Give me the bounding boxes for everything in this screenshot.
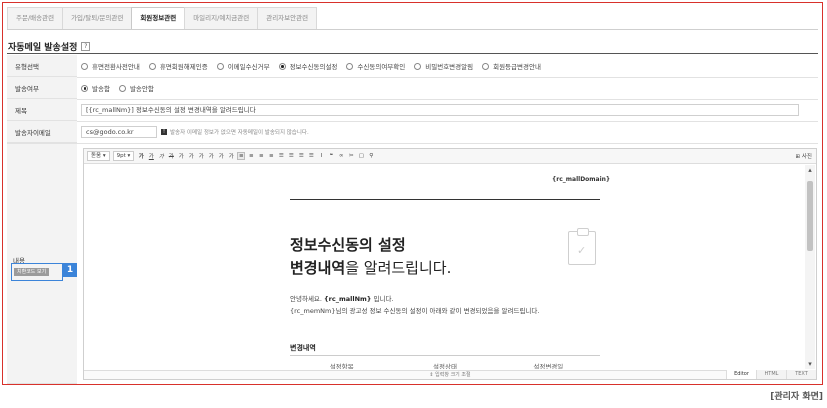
editor-toolbar: 돋움 ▾ 9pt ▾ 가 가 가 가 가 가 가 가 가 가 ≡ ≡ ≡ ≡ ☰… [84, 149, 816, 164]
editor-scrollbar[interactable]: ▴ ▾ [805, 165, 815, 369]
sender-label: 발송자이메일 [7, 121, 77, 143]
bold-button[interactable]: 가 [137, 152, 145, 160]
resize-handle[interactable]: ⇕ 입력창 크기 조절 [84, 370, 816, 379]
callout-number-badge: 1 [63, 263, 77, 277]
section-title-text: 자동메일 발송설정 [8, 43, 78, 53]
radio-consent-check[interactable]: 수신동의여부확인 [346, 61, 405, 71]
editor-document[interactable]: {rc_mallDomain} 정보수신동의 설정 변경내역을 알려드립니다. … [84, 165, 804, 369]
superscript-button[interactable]: 가 [197, 152, 205, 160]
section-divider [7, 53, 818, 54]
subscript-button[interactable]: 가 [207, 152, 215, 160]
italic-button[interactable]: 가 [157, 152, 165, 160]
info-icon: ! [161, 129, 167, 135]
scroll-up-icon[interactable]: ▴ [805, 165, 815, 175]
radio-grade-change[interactable]: 회원등급변경안내 [482, 61, 541, 71]
tab-admin-security[interactable]: 관리자보안관련 [257, 7, 318, 29]
tab-join-leave-inquiry[interactable]: 가입/탈퇴/문의관련 [62, 7, 133, 29]
type-radio-group: 휴면전환사전안내 휴면회원해제인증 이메일수신거부 정보수신동의설정 수신동의여… [81, 55, 550, 77]
indent-button[interactable]: ☰ [307, 153, 315, 159]
body-text: {rc_memNm}님의 광고성 정보 수신동의 설정이 아래와 같이 변경되었… [290, 307, 540, 315]
screenshot-frame: 주문/배송관련 가입/탈퇴/문의관련 회원정보관련 마일리지/예치금관련 관리자… [2, 2, 823, 385]
sender-email-input[interactable]: cs@godo.co.kr [81, 126, 157, 138]
subject-input[interactable]: [{rc_mallNm}] 정보수신동의 설정 변경내역을 알려드립니다 [81, 104, 799, 116]
callout-highlight: 치환코드 보기 [11, 263, 63, 281]
radio-email-reject[interactable]: 이메일수신거부 [216, 61, 270, 71]
photo-button[interactable]: ⊞ 사진 [796, 152, 812, 160]
underline-button[interactable]: 가 [147, 152, 155, 160]
special-char-icon[interactable]: ✂ [347, 153, 355, 159]
align-right-button[interactable]: ≡ [257, 153, 265, 159]
sender-note: ! 발송자 이메일 정보가 없으면 자동메일이 발송되지 않습니다. [161, 128, 309, 136]
radio-circle-icon [482, 62, 490, 70]
subject-label: 제목 [7, 99, 77, 121]
link-icon[interactable]: ∞ [337, 153, 345, 159]
line-height-button[interactable]: I [317, 153, 325, 159]
font-color-button[interactable]: 가 [177, 152, 185, 160]
ordered-list-button[interactable]: ☰ [277, 153, 285, 159]
rich-text-editor: 돋움 ▾ 9pt ▾ 가 가 가 가 가 가 가 가 가 가 ≡ ≡ ≡ ≡ ☰… [83, 148, 817, 380]
row-divider [7, 143, 818, 144]
table-header-item: 설정항목 [329, 363, 354, 369]
radio-circle-icon [81, 62, 88, 70]
table-header-date: 설정변경일 [533, 363, 564, 369]
mode-text-tab[interactable]: TEXT [786, 370, 816, 379]
table-header-status: 설정상태 [433, 363, 457, 369]
radio-circle-icon [148, 62, 156, 70]
tab-order-delivery[interactable]: 주문/배송관련 [7, 7, 64, 29]
help-icon[interactable]: ? [81, 42, 91, 51]
radio-dormant-release[interactable]: 휴면회원해제인증 [148, 61, 208, 71]
tab-divider [7, 29, 818, 30]
mode-html-tab[interactable]: HTML [756, 370, 786, 379]
tab-member-info[interactable]: 회원정보관련 [131, 7, 186, 29]
text-effect-button[interactable]: 가 [227, 152, 235, 160]
align-center-button[interactable]: ≡ [247, 153, 255, 159]
text-style-button[interactable]: 가 [217, 152, 225, 160]
send-radio-group: 발송함 발송안함 [81, 77, 163, 99]
search-icon[interactable]: ⚲ [367, 153, 375, 159]
highlight-button[interactable]: 가 [187, 152, 195, 160]
radio-send-yes[interactable]: 발송함 [81, 83, 110, 93]
radio-circle-icon [346, 62, 354, 70]
tab-bar: 주문/배송관련 가입/탈퇴/문의관련 회원정보관련 마일리지/예치금관련 관리자… [7, 7, 318, 29]
radio-selected-icon [278, 62, 286, 70]
editor-mode-tabs: Editor HTML TEXT [726, 370, 816, 379]
font-size-select[interactable]: 9pt ▾ [112, 151, 135, 161]
table-icon[interactable]: ▢ [357, 153, 365, 159]
align-justify-button[interactable]: ≡ [267, 153, 275, 159]
mall-domain-code: {rc_mallDomain} [552, 176, 611, 183]
headline-line1: 정보수신동의 설정 [290, 236, 406, 254]
align-left-button[interactable]: ≡ [237, 152, 246, 160]
admin-screen-caption: [관리자 화면] [770, 392, 823, 402]
sender-note-text: 발송자 이메일 정보가 없으면 자동메일이 발송되지 않습니다. [170, 130, 309, 136]
section-title: 자동메일 발송설정 ? [8, 40, 91, 53]
table-divider [290, 355, 600, 356]
radio-circle-icon [216, 62, 224, 70]
change-history-title: 변경내역 [290, 344, 316, 352]
scroll-down-icon[interactable]: ▾ [805, 359, 815, 369]
radio-send-no[interactable]: 발송안함 [118, 83, 154, 93]
document-divider [290, 199, 600, 200]
radio-selected-icon [81, 84, 88, 92]
tab-mileage-deposit[interactable]: 마일리지/예치금관련 [184, 7, 259, 29]
font-family-select[interactable]: 돋움 ▾ [87, 151, 110, 161]
mode-editor-tab[interactable]: Editor [726, 370, 756, 379]
clipboard-check-icon: ✓ [568, 228, 596, 265]
unordered-list-button[interactable]: ☰ [287, 153, 295, 159]
headline-line2: 변경내역을 알려드립니다. [290, 259, 452, 277]
substitution-code-button[interactable]: 치환코드 보기 [14, 268, 50, 276]
strike-button[interactable]: 가 [167, 152, 175, 160]
scroll-thumb[interactable] [807, 181, 813, 251]
radio-circle-icon [118, 84, 126, 92]
outdent-button[interactable]: ☰ [297, 153, 305, 159]
type-label: 유형선택 [7, 55, 77, 77]
radio-circle-icon [414, 62, 422, 70]
send-label: 발송여부 [7, 77, 77, 99]
radio-password-change[interactable]: 비밀번호변경알림 [414, 61, 473, 71]
radio-consent-setting[interactable]: 정보수신동의설정 [278, 61, 337, 71]
quote-icon[interactable]: ❝ [327, 153, 335, 159]
change-table-header: 설정항목 설정상태 설정변경일 [290, 361, 600, 369]
radio-dormant-notice[interactable]: 휴면전환사전안내 [81, 61, 140, 71]
greeting-text: 안녕하세요. {rc_mallNm} 입니다. [290, 295, 394, 303]
